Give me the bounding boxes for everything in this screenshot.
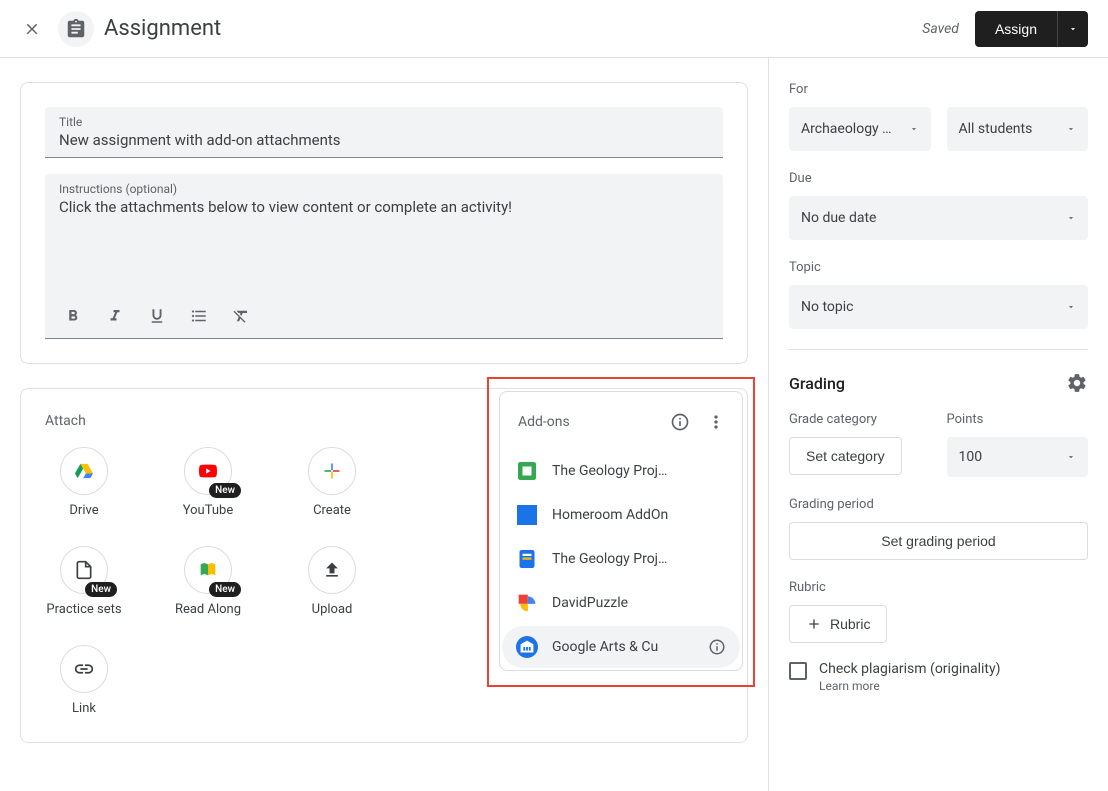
attach-drive[interactable]: Drive: [45, 447, 123, 520]
drive-icon: [73, 461, 95, 481]
students-select[interactable]: All students: [947, 107, 1089, 151]
topic-select[interactable]: No topic: [789, 285, 1088, 329]
clipboard-icon: [65, 18, 87, 40]
grade-category-label: Grade category: [789, 412, 931, 427]
addon-item[interactable]: Homeroom AddOn: [502, 494, 740, 536]
plagiarism-checkbox[interactable]: [789, 662, 807, 680]
title-value: New assignment with add-on attachments: [59, 129, 709, 151]
attach-youtube[interactable]: New YouTube: [169, 447, 247, 520]
underline-icon: [148, 307, 166, 325]
caret-down-icon: [1066, 213, 1076, 223]
addon-app-icon: [518, 462, 536, 480]
grading-settings-button[interactable]: [1066, 372, 1088, 394]
addon-app-icon: [517, 593, 537, 613]
addons-title: Add-ons: [518, 414, 662, 430]
bullet-list-icon: [190, 307, 208, 325]
grading-heading: Grading: [789, 374, 845, 393]
close-button[interactable]: [20, 17, 44, 41]
close-icon: [23, 20, 41, 38]
points-label: Points: [947, 412, 1089, 427]
attach-card: Attach Drive New YouTube: [20, 388, 748, 743]
instructions-value: Click the attachments below to view cont…: [59, 196, 709, 296]
plagiarism-label: Check plagiarism (originality): [819, 661, 1000, 677]
bold-button[interactable]: [63, 306, 83, 326]
clear-format-icon: [232, 307, 250, 325]
assignment-form-card: Title New assignment with add-on attachm…: [20, 82, 748, 364]
link-icon: [73, 658, 95, 680]
due-select[interactable]: No due date: [789, 196, 1088, 240]
bold-icon: [64, 307, 82, 325]
class-select[interactable]: Archaeology …: [789, 107, 931, 151]
grading-period-label: Grading period: [789, 497, 1088, 512]
upload-icon: [322, 560, 342, 580]
page-title: Assignment: [104, 16, 221, 41]
more-vert-icon: [706, 412, 726, 432]
addon-row-info-button[interactable]: [708, 638, 726, 656]
attach-link[interactable]: Link: [45, 645, 123, 718]
addon-app-icon: [516, 636, 538, 658]
rubric-label: Rubric: [789, 580, 1088, 595]
caret-down-icon: [909, 124, 919, 134]
sidebar: For Archaeology … All students Due No du…: [768, 58, 1108, 791]
italic-button[interactable]: [105, 306, 125, 326]
info-icon: [670, 412, 690, 432]
addons-more-button[interactable]: [698, 404, 734, 440]
addons-info-button[interactable]: [662, 404, 698, 440]
attach-practice-sets[interactable]: New Practice sets: [45, 546, 123, 619]
set-category-button[interactable]: Set category: [789, 437, 902, 475]
info-icon: [708, 638, 726, 656]
italic-icon: [106, 307, 124, 325]
rubric-button[interactable]: Rubric: [789, 605, 887, 643]
addon-item[interactable]: The Geology Proj…: [502, 450, 740, 492]
app-header: Assignment Saved Assign: [0, 0, 1108, 58]
attach-read-along[interactable]: New Read Along: [169, 546, 247, 619]
clear-format-button[interactable]: [231, 306, 251, 326]
learn-more-link[interactable]: Learn more: [819, 679, 1000, 693]
plagiarism-row: Check plagiarism (originality) Learn mor…: [789, 661, 1088, 693]
assign-menu-button[interactable]: [1057, 11, 1088, 47]
plus-multicolor-icon: [322, 461, 342, 481]
addons-list[interactable]: The Geology Proj… Homeroom AddOn The Geo…: [500, 450, 742, 670]
assign-button-group: Assign: [975, 11, 1088, 47]
points-select[interactable]: 100: [947, 437, 1089, 477]
new-badge: New: [85, 582, 117, 597]
caret-down-icon: [1066, 302, 1076, 312]
new-badge: New: [209, 582, 241, 597]
topic-label: Topic: [789, 260, 1088, 275]
caret-down-icon: [1068, 24, 1078, 34]
plus-icon: [806, 616, 822, 632]
instructions-field[interactable]: Instructions (optional) Click the attach…: [45, 174, 723, 339]
set-grading-period-button[interactable]: Set grading period: [789, 522, 1088, 560]
underline-button[interactable]: [147, 306, 167, 326]
saved-status: Saved: [922, 21, 959, 37]
addons-panel: Add-ons The Geology Proj… Hom: [499, 391, 743, 671]
attach-create[interactable]: Create: [293, 447, 371, 520]
instructions-label: Instructions (optional): [59, 182, 709, 196]
youtube-icon: [196, 462, 220, 480]
title-field[interactable]: Title New assignment with add-on attachm…: [45, 107, 723, 158]
gear-icon: [1066, 372, 1088, 394]
assignment-type-icon: [58, 11, 94, 47]
addon-item[interactable]: The Geology Proj…: [502, 538, 740, 580]
caret-down-icon: [1066, 452, 1076, 462]
addon-app-icon: [518, 549, 536, 569]
addon-item[interactable]: DavidPuzzle: [502, 582, 740, 624]
caret-down-icon: [1066, 124, 1076, 134]
list-button[interactable]: [189, 306, 209, 326]
addon-app-icon: [517, 505, 537, 525]
format-toolbar: [59, 296, 709, 332]
read-along-icon: [196, 559, 220, 581]
addon-item[interactable]: Google Arts & Cu: [502, 626, 740, 668]
practice-sets-icon: [74, 559, 94, 581]
due-label: Due: [789, 171, 1088, 186]
addons-header: Add-ons: [500, 392, 742, 450]
new-badge: New: [209, 483, 241, 498]
main-content: Title New assignment with add-on attachm…: [0, 58, 768, 791]
assign-button[interactable]: Assign: [975, 11, 1057, 47]
for-label: For: [789, 82, 1088, 97]
attach-upload[interactable]: Upload: [293, 546, 371, 619]
title-label: Title: [59, 115, 709, 129]
